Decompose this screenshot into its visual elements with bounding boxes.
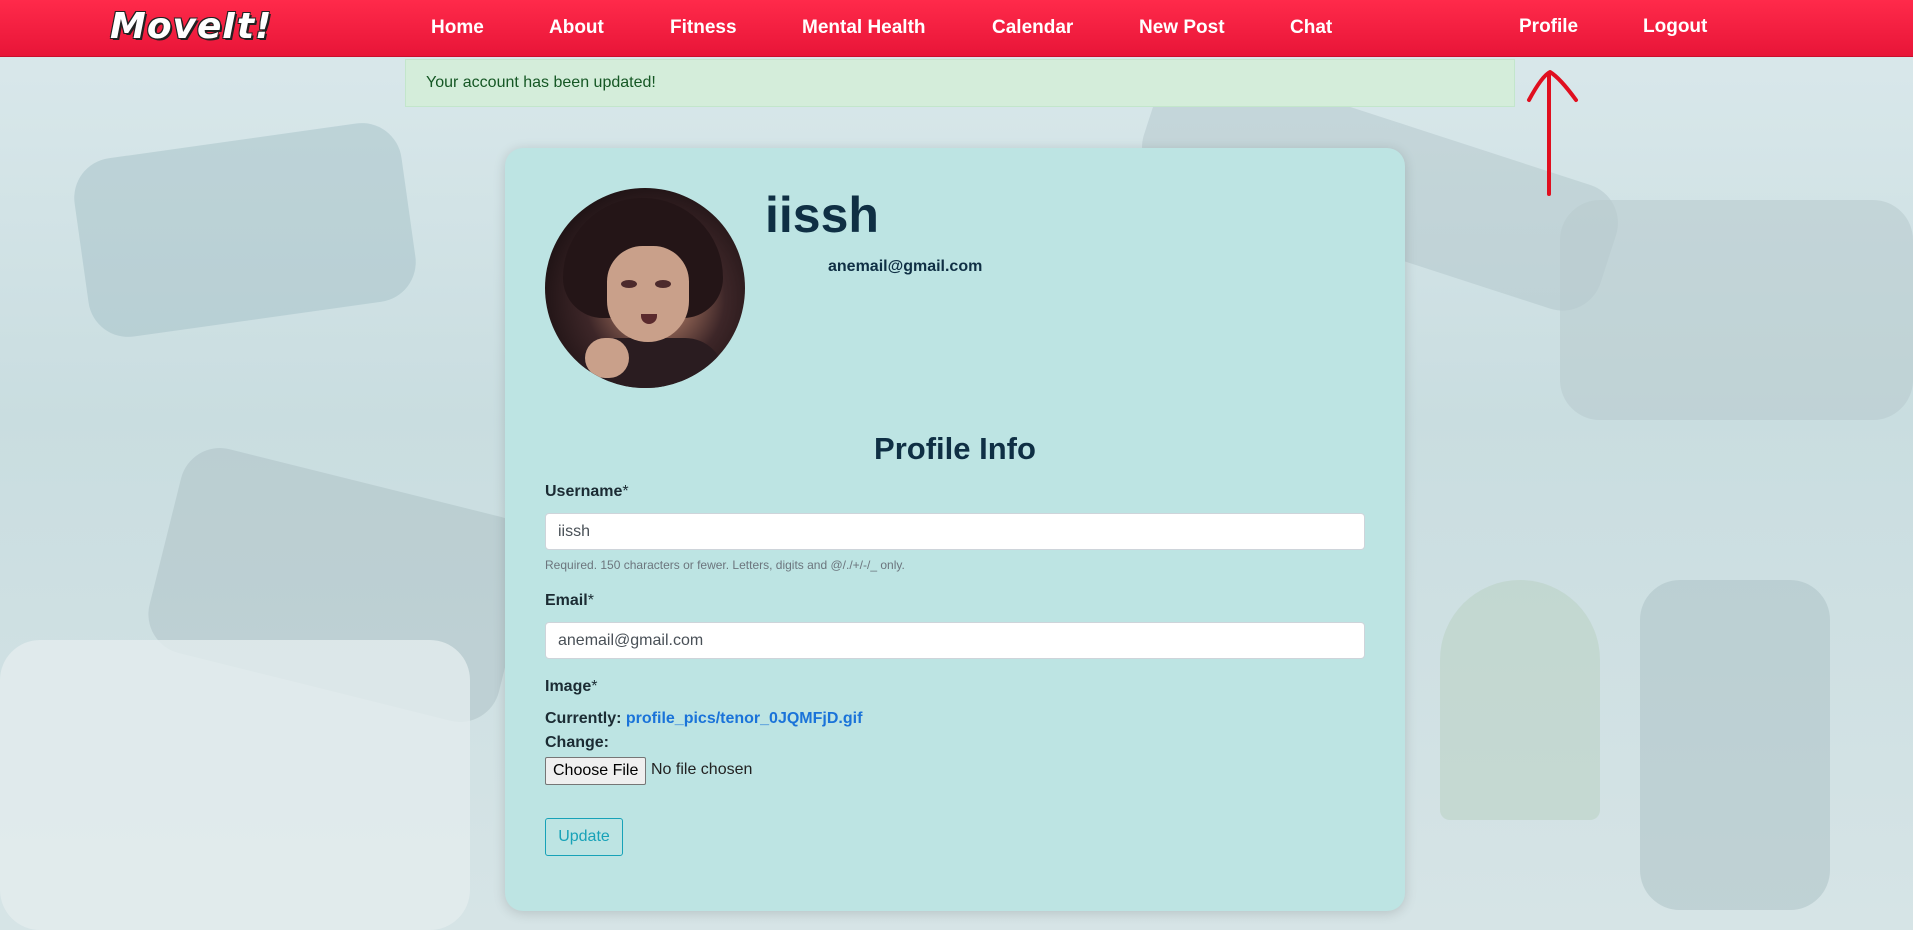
logo[interactable]: MoveIt! (110, 6, 272, 47)
nav-link-home[interactable]: Home (431, 17, 484, 39)
background-figure (69, 117, 421, 343)
nav-link-logout[interactable]: Logout (1643, 16, 1707, 38)
change-label: Change: (545, 734, 609, 751)
profile-email: anemail@gmail.com (828, 258, 983, 275)
nav-link-profile[interactable]: Profile (1519, 16, 1578, 38)
current-image-link[interactable]: profile_pics/tenor_0JQMFjD.gif (626, 710, 862, 727)
username-input[interactable] (545, 513, 1365, 550)
username-label: Username* (545, 483, 629, 500)
nav-link-mental-health[interactable]: Mental Health (802, 17, 926, 39)
navbar: MoveIt! Home About Fitness Mental Health… (0, 0, 1913, 57)
up-arrow-annotation-icon (1527, 70, 1578, 196)
currently-label: Currently: profile_pics/tenor_0JQMFjD.gi… (545, 710, 863, 727)
nav-link-fitness[interactable]: Fitness (670, 17, 737, 39)
email-input[interactable] (545, 622, 1365, 659)
choose-file-button[interactable]: Choose File (545, 757, 647, 785)
nav-link-new-post[interactable]: New Post (1139, 17, 1225, 39)
file-status: No file chosen (651, 761, 753, 778)
nav-link-calendar[interactable]: Calendar (992, 17, 1073, 39)
update-button[interactable]: Update (545, 818, 623, 856)
image-label: Image* (545, 678, 598, 695)
success-alert: Your account has been updated! (405, 59, 1515, 107)
background-plant (1440, 580, 1600, 820)
profile-username: iissh (765, 187, 879, 243)
background-figure (1640, 580, 1830, 910)
nav-link-chat[interactable]: Chat (1290, 17, 1332, 39)
background-sofa (0, 640, 470, 930)
nav-link-about[interactable]: About (549, 17, 604, 39)
username-help-text: Required. 150 characters or fewer. Lette… (545, 558, 905, 572)
section-title: Profile Info (874, 431, 1036, 466)
background-sofa (1560, 200, 1913, 420)
avatar (545, 188, 745, 388)
profile-card: iissh anemail@gmail.com Profile Info Use… (505, 148, 1405, 911)
email-label: Email* (545, 592, 594, 609)
